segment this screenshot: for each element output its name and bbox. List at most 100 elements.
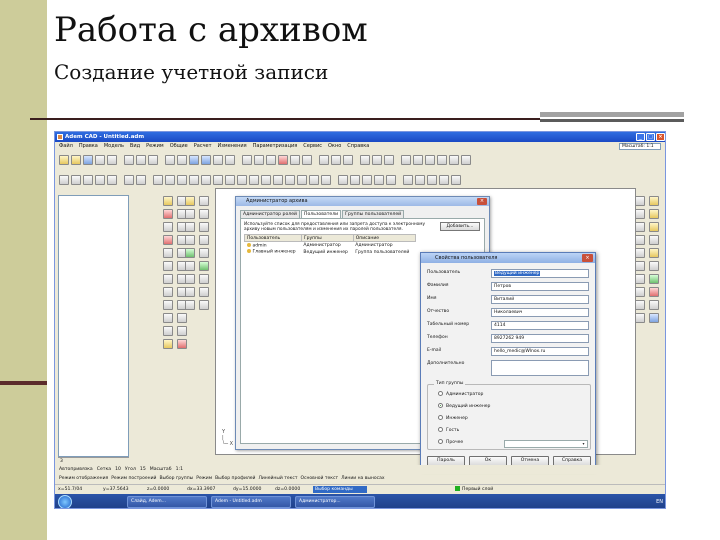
rectangle-tool-icon[interactable] [249,174,259,185]
ring-tool-icon[interactable] [297,174,307,185]
mode-tab[interactable]: Основной текст [300,475,338,483]
document-icon[interactable] [71,174,81,185]
cone-tool-icon[interactable] [309,174,319,185]
group-icon[interactable] [384,154,394,165]
surname-field[interactable]: Петров [491,282,589,291]
menu-mode[interactable]: Режим [146,142,164,151]
symbol-tool-icon[interactable] [427,174,437,185]
snap-extension-icon[interactable] [649,274,659,284]
patch-icon[interactable] [199,248,209,258]
hole-icon[interactable] [163,235,173,245]
surface-icon[interactable] [185,248,195,258]
cylinder-icon[interactable] [199,196,209,206]
point-icon[interactable] [185,300,195,310]
close-icon[interactable]: × [477,198,487,205]
search-icon[interactable] [95,174,105,185]
prism-icon[interactable] [185,235,195,245]
cone-icon[interactable] [199,209,209,219]
constraint-icon[interactable] [199,274,209,284]
sheet-icon[interactable] [163,339,173,349]
radius-tool-icon[interactable] [374,174,384,185]
mode-tab[interactable]: Режим построений [111,475,156,483]
menu-parametrization[interactable]: Параметризация [253,142,298,151]
model-tree-panel[interactable] [58,195,129,457]
snap-origin-icon[interactable] [635,287,645,297]
pyramid-icon[interactable] [199,235,209,245]
arc-tool-icon[interactable] [201,174,211,185]
taskbar-item[interactable]: Администратор... [295,496,375,508]
fill-tool-icon[interactable] [273,174,283,185]
view-top-icon[interactable] [413,154,423,165]
circle2-tool-icon[interactable] [189,174,199,185]
dialog-titlebar[interactable]: Администратор архива × [236,197,489,206]
snap-end-icon[interactable] [649,196,659,206]
view-side-icon[interactable] [425,154,435,165]
fillet-tool-icon[interactable] [321,174,331,185]
radio-other[interactable]: Прочее [438,439,463,446]
dimension-tool-icon[interactable] [350,174,360,185]
panel-tab[interactable]: 3 [60,458,63,465]
cut-extrude-icon[interactable] [163,209,173,219]
menu-file[interactable]: Файл [59,142,73,151]
grid-toggle[interactable]: Сетка [97,465,111,474]
menu-changes[interactable]: Изменения [218,142,247,151]
column-header[interactable]: Описание [352,234,417,242]
mode-tab[interactable]: Режим [196,475,212,483]
new-file-icon[interactable] [59,154,69,165]
start-icon[interactable] [58,495,72,508]
array-icon[interactable] [163,261,173,271]
help-icon[interactable] [461,154,471,165]
copy-icon[interactable] [136,154,146,165]
sketch-icon[interactable] [185,274,195,284]
leader-tool-icon[interactable] [386,174,396,185]
snap-point-icon[interactable] [635,196,645,206]
tools-extra-icon[interactable] [635,313,645,323]
table-row[interactable]: admin Администратор Администратор [245,242,416,249]
angle-toggle[interactable]: Угол [125,465,136,474]
offset-icon[interactable] [163,313,173,323]
copy-doc-icon[interactable] [83,174,93,185]
zoom-in-icon[interactable] [189,154,199,165]
snap-center-icon[interactable] [649,209,659,219]
snap-clear-icon[interactable] [649,287,659,297]
table-tool-icon[interactable] [403,174,413,185]
snap-tangent-icon[interactable] [649,222,659,232]
table-row[interactable]: Главный инженер Ведущий инженер Группа п… [245,249,416,256]
print-preview-icon[interactable] [107,154,117,165]
section-icon[interactable] [163,326,173,336]
layers-icon[interactable] [254,154,264,165]
measure-icon[interactable] [290,154,300,165]
plane-icon[interactable] [199,287,209,297]
menu-calc[interactable]: Расчет [194,142,212,151]
pattern-tool-icon[interactable] [285,174,295,185]
render-icon[interactable] [319,154,329,165]
menu-model[interactable]: Модель [104,142,124,151]
material-icon[interactable] [331,154,341,165]
language-indicator[interactable]: EN [656,499,663,505]
zoom-combo[interactable]: Масштаб: 1:1 [619,143,661,150]
menu-window[interactable]: Окно [328,142,341,151]
tab-user-groups[interactable]: Группы пользователей [342,210,405,218]
curve-icon[interactable] [199,300,209,310]
autosnap-toggle[interactable]: Автопривязка [59,465,93,474]
view-icon[interactable] [177,326,187,336]
snap-nearest-icon[interactable] [649,235,659,245]
angle-value[interactable]: 15 [140,465,146,474]
username-field[interactable]: Ведущий инженер [491,269,589,278]
taskbar-item[interactable]: Слайд, Adem... [127,496,207,508]
radio-lead-engineer[interactable]: Ведущий инженер [438,403,490,410]
loft-icon[interactable] [163,222,173,232]
snap-grid-icon[interactable] [635,248,645,258]
box-icon[interactable] [185,196,195,206]
close-icon[interactable]: × [656,133,665,141]
circle-tool-icon[interactable] [177,174,187,185]
column-header[interactable]: Группы [300,234,354,242]
layer-status[interactable]: Первый слой [455,485,493,494]
delete-icon[interactable] [278,154,288,165]
snap-object-icon[interactable] [649,300,659,310]
additional-field[interactable] [491,360,589,376]
menu-service[interactable]: Сервис [303,142,322,151]
menu-help[interactable]: Справка [347,142,369,151]
radio-guest[interactable]: Гость [438,427,459,434]
column-header[interactable]: Пользователь [244,234,302,242]
